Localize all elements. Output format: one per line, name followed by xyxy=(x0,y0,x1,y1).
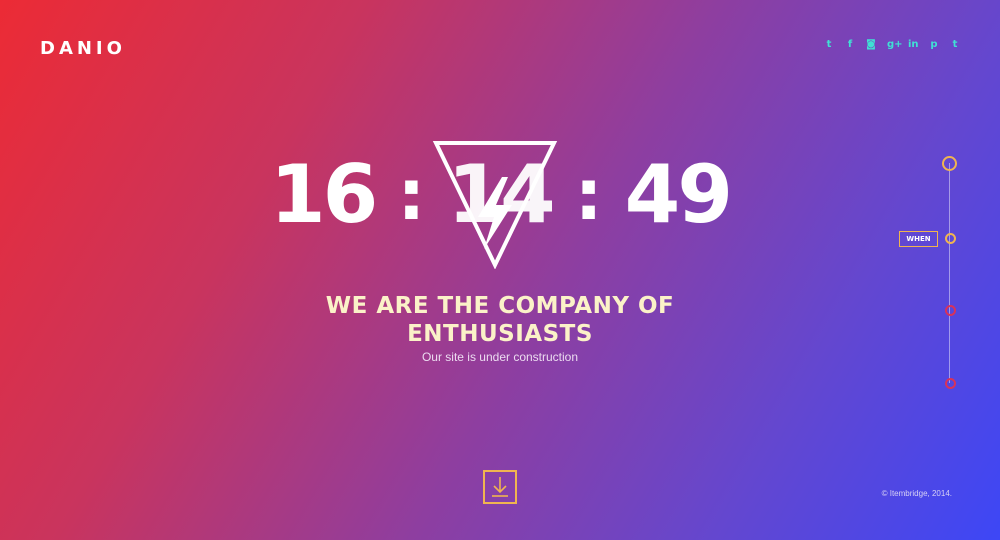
clock-minutes: 14 xyxy=(447,148,555,241)
pinterest-icon[interactable]: p xyxy=(929,40,939,50)
headline-line-2: ENTHUSIASTS xyxy=(407,321,593,347)
social-links: t f ◙ g+ in p t xyxy=(824,40,960,50)
clock-digits: 16 : 14 : 49 xyxy=(270,148,733,241)
scroll-down-button[interactable] xyxy=(483,470,517,504)
copyright: © Itembridge, 2014. xyxy=(881,489,952,498)
countdown-clock: 16 : 14 : 49 xyxy=(270,135,733,270)
clock-hours: 16 xyxy=(270,148,378,241)
google-plus-icon[interactable]: g+ xyxy=(887,40,903,50)
clock-separator: : xyxy=(397,154,426,236)
clock-seconds: 49 xyxy=(624,148,733,241)
timeline-dot-4[interactable] xyxy=(945,378,956,389)
timeline-dot-3[interactable] xyxy=(945,305,956,316)
timeline-track xyxy=(949,163,950,383)
clock-separator: : xyxy=(574,154,603,236)
hero-subtitle: Our site is under construction xyxy=(421,350,579,364)
linkedin-icon[interactable]: in xyxy=(908,40,919,50)
timeline-label-when[interactable]: WHEN xyxy=(899,231,938,247)
download-arrow-icon xyxy=(492,477,508,497)
timeline-dot-top[interactable] xyxy=(942,156,957,171)
facebook-icon[interactable]: f xyxy=(845,40,855,50)
hero-headline: WE ARE THE COMPANY OF ENTHUSIASTS xyxy=(0,292,1000,348)
headline-line-1: WE ARE THE COMPANY OF xyxy=(325,293,675,319)
timeline-dot-when[interactable] xyxy=(945,233,956,244)
twitter-icon[interactable]: t xyxy=(824,40,834,50)
tumblr-icon[interactable]: t xyxy=(950,40,960,50)
logo[interactable]: DANIO xyxy=(40,38,126,59)
instagram-icon[interactable]: ◙ xyxy=(866,40,876,50)
